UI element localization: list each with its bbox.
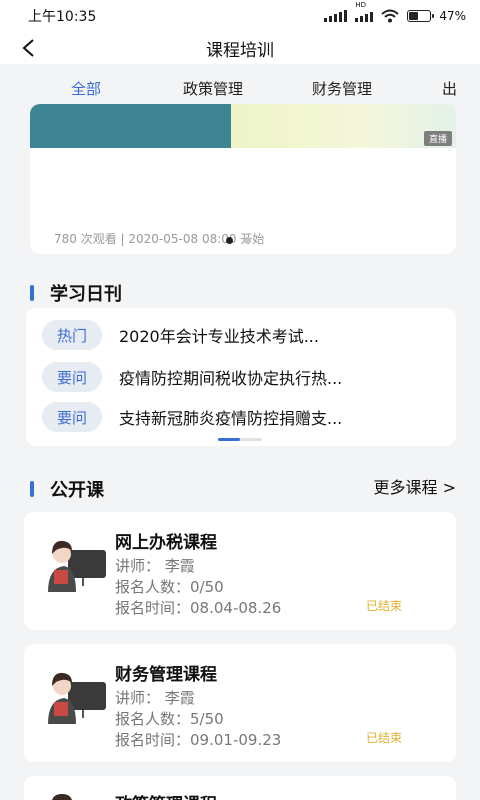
course-card[interactable]: 政策管理课程 (24, 776, 456, 800)
course-title: 政策管理课程 (115, 790, 217, 800)
back-arrow-icon (22, 39, 34, 57)
signal-icon (324, 10, 348, 22)
wifi-icon (381, 9, 399, 23)
news-tag: 要问 (42, 362, 102, 392)
course-card[interactable]: 网上办税课程 讲师： 李霞 报名人数：0/50 报名时间：08.04-08.26… (24, 512, 456, 630)
carousel-dot-active (226, 237, 233, 244)
section-accent-bar (30, 285, 34, 301)
news-page-indicator (218, 438, 262, 441)
tab-policy-management[interactable]: 政策管理 (183, 78, 243, 99)
course-enrollment: 报名人数：5/50 (115, 710, 224, 728)
news-title: 疫情防控期间税收协定执行热... (119, 369, 343, 388)
news-item[interactable]: 要问 疫情防控期间税收协定执行热... (42, 362, 342, 392)
battery-icon (407, 10, 435, 22)
carousel-dot (244, 237, 251, 244)
back-button[interactable] (16, 36, 40, 60)
news-item[interactable]: 要问 支持新冠肺炎疫情防控捐赠支... (42, 402, 342, 432)
news-title: 2020年会计专业技术考试... (119, 327, 319, 346)
status-time: 上午10:35 (28, 9, 97, 25)
status-icons: HD 47% (324, 1, 466, 23)
daily-section-title: 学习日刊 (50, 284, 122, 305)
news-tag: 要问 (42, 402, 102, 432)
battery-percent: 47% (439, 9, 466, 23)
tab-finance-management[interactable]: 财务管理 (312, 78, 372, 99)
daily-section-header: 学习日刊 (30, 280, 122, 306)
tab-all[interactable]: 全部 (71, 78, 101, 99)
live-badge: 直播 (423, 131, 452, 146)
course-enroll-time: 报名时间：09.01-09.23 (115, 731, 282, 749)
course-status-badge: 已结束 (366, 599, 403, 613)
course-teacher: 讲师： 李霞 (115, 557, 195, 575)
daily-news-card: 热门 2020年会计专业技术考试... 要问 疫情防控期间税收协定执行热... … (26, 308, 456, 446)
course-teacher: 讲师： 李霞 (115, 689, 195, 707)
status-bar: 上午10:35 HD 47% (0, 0, 480, 32)
page-title: 课程培训 (206, 40, 274, 61)
more-courses-link[interactable]: 更多课程 > (374, 474, 457, 498)
course-title: 财务管理课程 (115, 665, 217, 685)
carousel-dots (226, 237, 251, 244)
teacher-avatar-icon (52, 794, 72, 800)
banner-image: 直播 (30, 104, 456, 148)
tab-more[interactable]: 出 (442, 78, 457, 99)
teacher-avatar-icon (48, 672, 106, 724)
news-tag: 热门 (42, 320, 102, 350)
course-status-badge: 已结束 (366, 731, 403, 745)
signal-icon-2: HD (355, 1, 374, 22)
news-item[interactable]: 热门 2020年会计专业技术考试... (42, 320, 319, 350)
course-card[interactable]: 财务管理课程 讲师： 李霞 报名人数：5/50 报名时间：09.01-09.23… (24, 644, 456, 762)
network-type-label: HD (355, 1, 366, 9)
course-title: 网上办税课程 (115, 533, 217, 553)
public-section-header: 公开课 (30, 476, 104, 502)
live-banner[interactable]: 直播 780 次观看 | 2020-05-08 08:00 开始 (30, 104, 456, 254)
top-nav-bar: 课程培训 (0, 32, 480, 64)
teacher-avatar-icon (48, 540, 106, 592)
section-accent-bar (30, 481, 34, 497)
course-enrollment: 报名人数：0/50 (115, 578, 224, 596)
public-section-title: 公开课 (50, 480, 104, 501)
category-tabs: 全部 政策管理 财务管理 出 (0, 72, 480, 106)
course-enroll-time: 报名时间：08.04-08.26 (115, 599, 282, 617)
news-title: 支持新冠肺炎疫情防控捐赠支... (119, 409, 343, 428)
